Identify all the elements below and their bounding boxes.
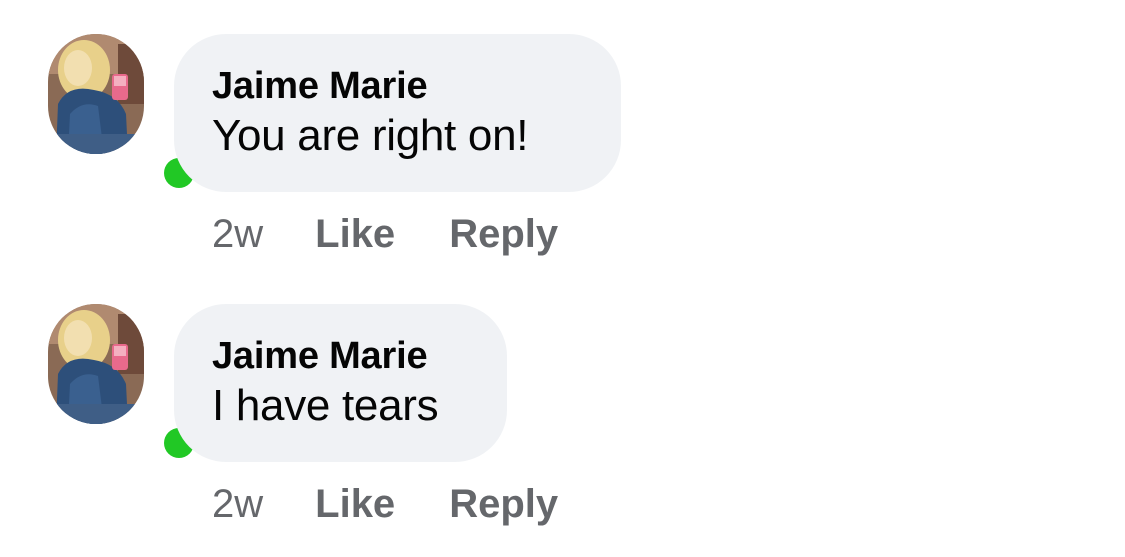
comment-bubble: Jaime Marie I have tears: [174, 304, 507, 462]
comment-bubble: Jaime Marie You are right on!: [174, 34, 621, 192]
reply-button[interactable]: Reply: [449, 482, 558, 527]
comment-timestamp[interactable]: 2w: [212, 212, 263, 257]
comment-text: I have tears: [212, 381, 439, 430]
avatar[interactable]: [48, 34, 200, 194]
comment-actions: 2w Like Reply: [212, 208, 558, 260]
like-button[interactable]: Like: [315, 482, 395, 527]
profile-photo: [48, 304, 144, 424]
comment-actions: 2w Like Reply: [212, 478, 558, 530]
comment-text: You are right on!: [212, 111, 529, 160]
comment-author[interactable]: Jaime Marie: [212, 64, 583, 108]
comment-item: Jaime Marie You are right on! 2w Like Re…: [0, 0, 1125, 270]
comment-item: Jaime Marie I have tears 2w Like Reply: [0, 270, 1125, 540]
like-button[interactable]: Like: [315, 212, 395, 257]
comment-author[interactable]: Jaime Marie: [212, 334, 469, 378]
avatar[interactable]: [48, 304, 200, 464]
profile-photo: [48, 34, 144, 154]
comment-timestamp[interactable]: 2w: [212, 482, 263, 527]
reply-button[interactable]: Reply: [449, 212, 558, 257]
